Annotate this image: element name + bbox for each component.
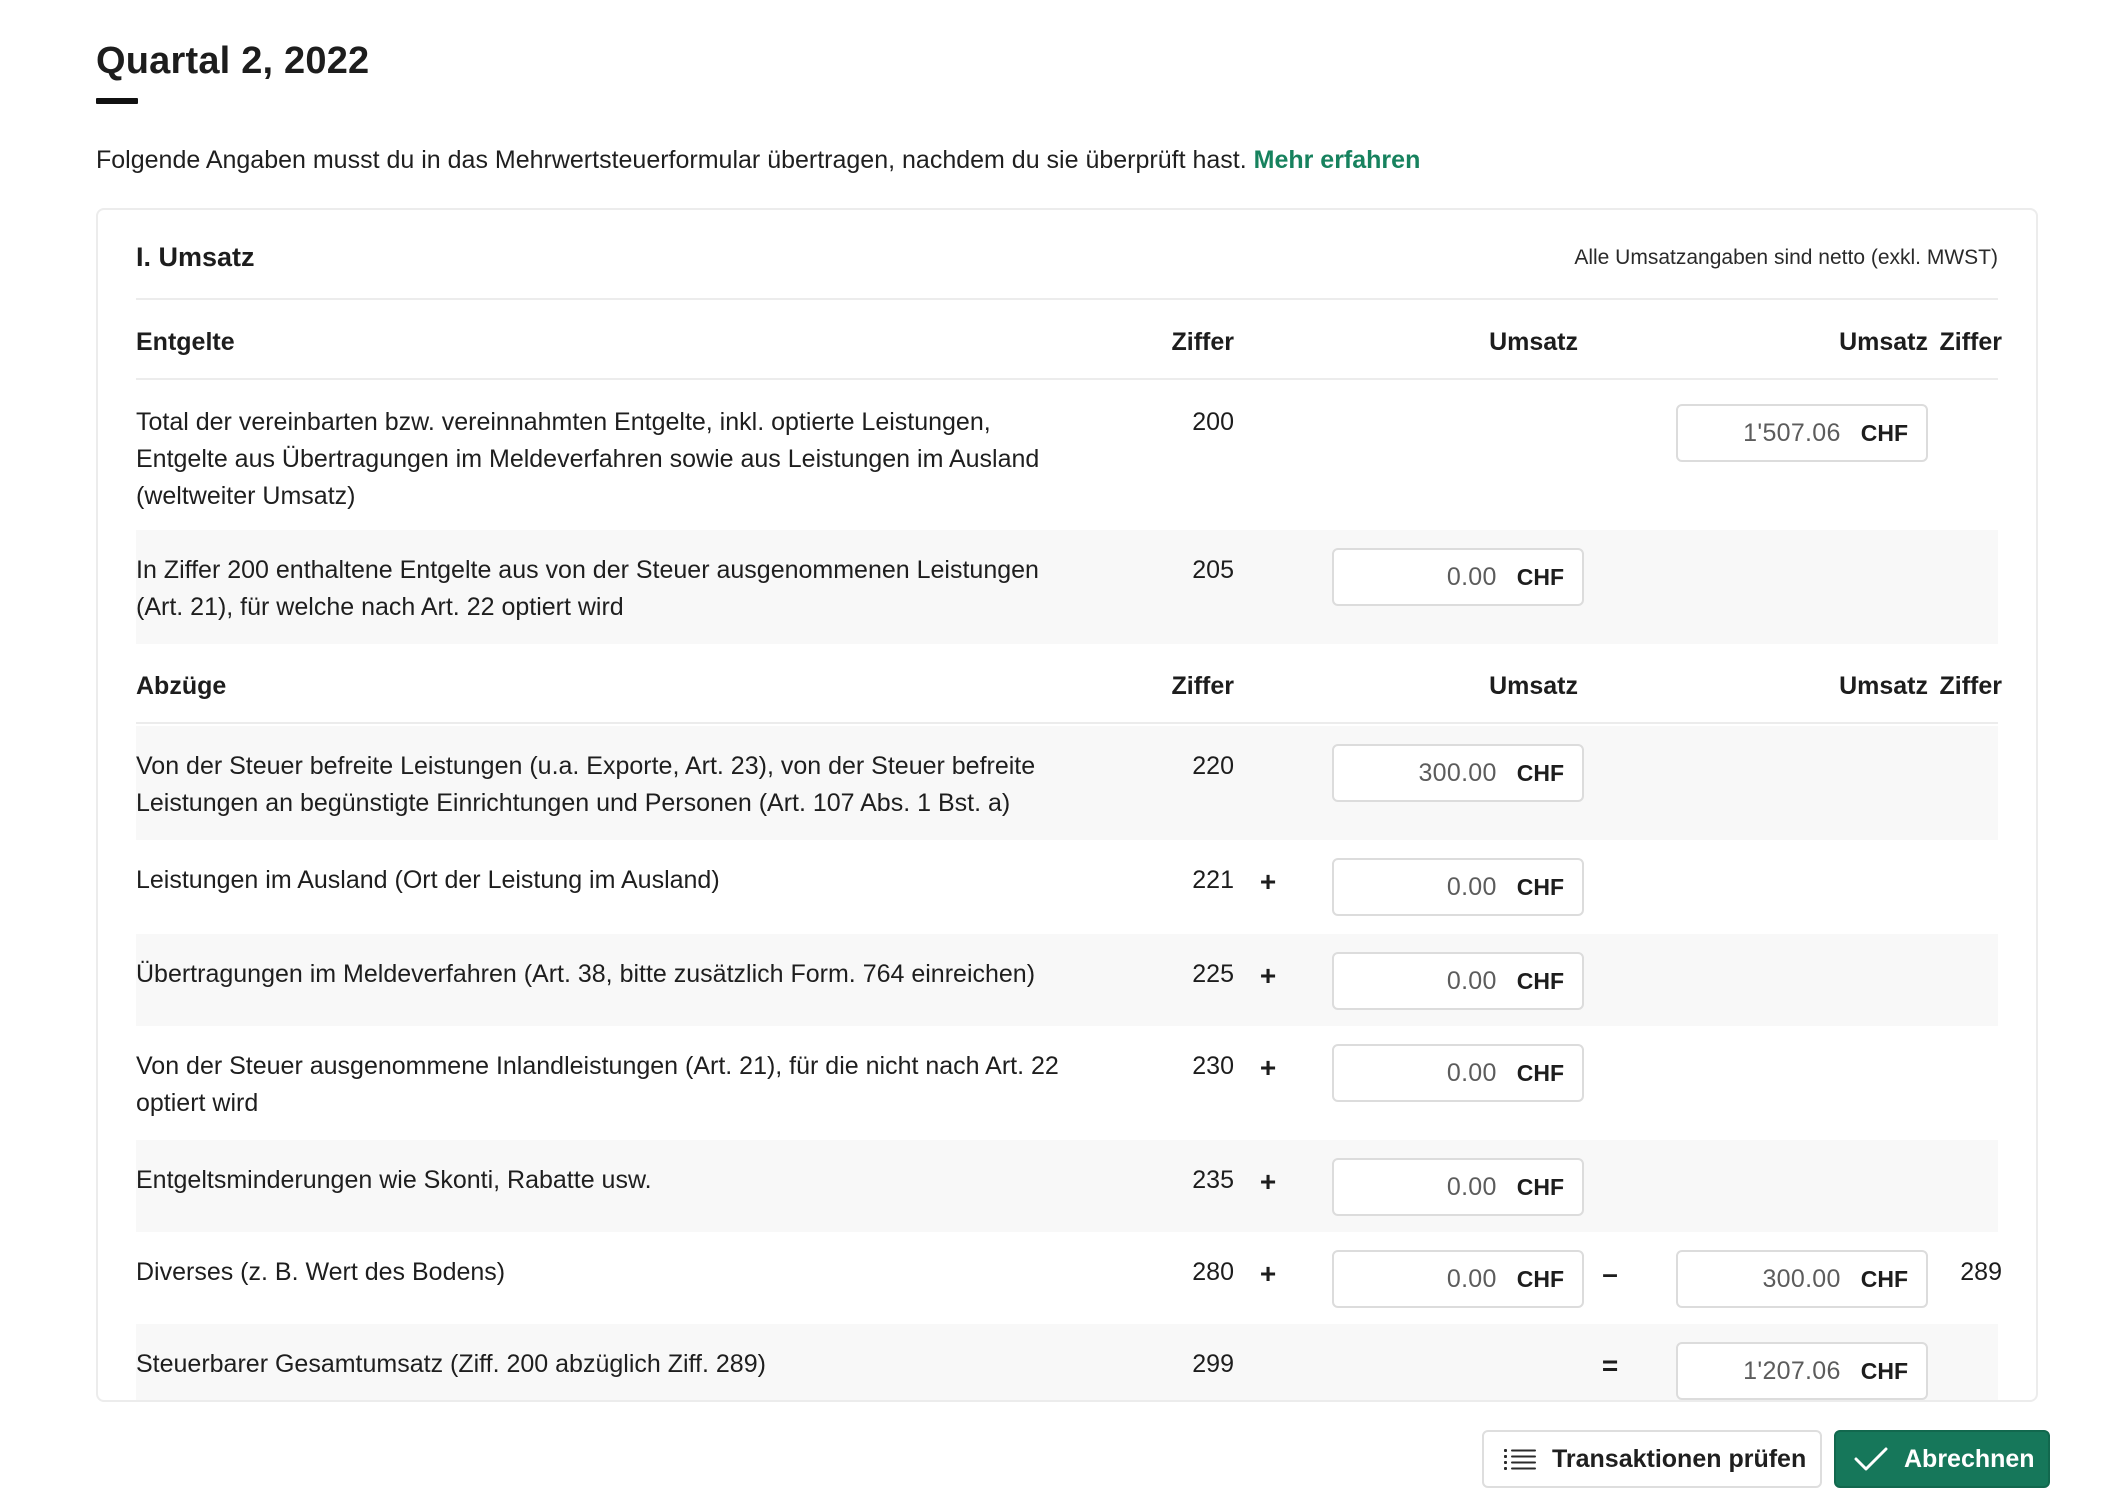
plus-operator: + [1259,866,1277,897]
amount-field-220[interactable]: 300.00 CHF [1332,744,1584,802]
row-label: In Ziffer 200 enthaltene Entgelte aus vo… [136,556,1039,621]
equals-operator: = [1601,1350,1619,1381]
plus-operator: + [1259,1166,1277,1197]
review-transactions-button[interactable]: Transaktionen prüfen [1482,1430,1822,1488]
amount-field-225[interactable]: 0.00 CHF [1332,952,1584,1010]
amount-field-299[interactable]: 1'207.06 CHF [1676,1342,1928,1400]
currency-label: CHF [1516,563,1564,590]
currency-label: CHF [1516,759,1564,786]
table-row-220: Von der Steuer befreite Leistungen (u.a.… [136,726,1998,840]
amount-value: 0.00 [1446,872,1497,901]
row-code: 299 [1192,1350,1234,1378]
plus-operator: + [1259,960,1277,991]
amount-value: 0.00 [1446,1264,1497,1293]
list-icon [1504,1449,1536,1470]
amount-value: 0.00 [1446,1172,1497,1201]
intro-text: Folgende Angaben musst du in das Mehrwer… [96,146,1420,175]
currency-label: CHF [1516,967,1564,994]
amount-value: 0.00 [1446,966,1497,995]
column-label-ziffer-right: Ziffer [1939,672,2003,700]
table-row-235: Entgeltsminderungen wie Skonti, Rabatte … [136,1140,1998,1232]
intro-text-body: Folgende Angaben musst du in das Mehrwer… [96,146,1247,174]
title-underline [96,98,138,104]
column-header-abzuege: Abzüge Ziffer Umsatz Umsatz Ziffer [136,646,2002,724]
row-code-right: 289 [1960,1258,2002,1286]
table-row-230: Von der Steuer ausgenommene Inlandleistu… [136,1026,1998,1140]
currency-label: CHF [1516,1173,1564,1200]
table-row-225: Übertragungen im Meldeverfahren (Art. 38… [136,934,1998,1026]
column-label-umsatz-right: Umsatz [1839,328,1928,356]
column-label-umsatz: Umsatz [1489,328,1578,356]
row-label: Diverses (z. B. Wert des Bodens) [136,1258,506,1286]
row-label: Total der vereinbarten bzw. vereinnahmte… [136,408,1040,510]
row-label: Steuerbarer Gesamtumsatz (Ziff. 200 abzü… [136,1350,766,1378]
amount-field-230[interactable]: 0.00 CHF [1332,1044,1584,1102]
row-code: 235 [1192,1166,1234,1194]
row-code: 200 [1192,408,1234,436]
page-title: Quartal 2, 2022 [96,40,370,82]
amount-field-235[interactable]: 0.00 CHF [1332,1158,1584,1216]
row-code: 225 [1192,960,1234,988]
row-code: 280 [1192,1258,1234,1286]
amount-value: 300.00 [1418,758,1497,787]
table-row-299: Steuerbarer Gesamtumsatz (Ziff. 200 abzü… [136,1324,1998,1400]
currency-label: CHF [1860,1265,1908,1292]
row-code: 221 [1192,866,1234,894]
currency-label: CHF [1860,1357,1908,1384]
minus-operator: – [1602,1258,1618,1289]
amount-field-200[interactable]: 1'507.06 CHF [1676,404,1928,462]
currency-label: CHF [1516,1265,1564,1292]
column-label-ziffer-right: Ziffer [1939,328,2003,356]
column-label-ziffer: Ziffer [1171,328,1235,356]
column-label-abzuege: Abzüge [136,672,227,700]
submit-label: Abrechnen [1904,1444,2035,1473]
currency-label: CHF [1516,873,1564,900]
column-label-umsatz-right: Umsatz [1839,672,1928,700]
currency-label: CHF [1516,1059,1564,1086]
amount-value: 300.00 [1762,1264,1841,1293]
amount-field-221[interactable]: 0.00 CHF [1332,858,1584,916]
submit-button[interactable]: Abrechnen [1834,1430,2050,1488]
table-row-200: Total der vereinbarten bzw. vereinnahmte… [136,382,1998,528]
amount-value: 0.00 [1446,562,1497,591]
more-info-link[interactable]: Mehr erfahren [1254,146,1421,174]
table-row-221: Leistungen im Ausland (Ort der Leistung … [136,840,1998,934]
row-label: Entgeltsminderungen wie Skonti, Rabatte … [136,1166,652,1194]
column-label-ziffer: Ziffer [1171,672,1235,700]
row-label: Übertragungen im Meldeverfahren (Art. 38… [136,960,1036,988]
check-icon [1854,1447,1888,1471]
amount-field-280[interactable]: 0.00 CHF [1332,1250,1584,1308]
vat-form-card: I. Umsatz Alle Umsatzangaben sind netto … [96,208,2038,1402]
amount-value: 1'207.06 [1743,1356,1841,1385]
row-label: Von der Steuer ausgenommene Inlandleistu… [136,1052,1059,1117]
column-label-umsatz: Umsatz [1489,672,1578,700]
plus-operator: + [1259,1052,1277,1083]
amount-field-289[interactable]: 300.00 CHF [1676,1250,1928,1308]
row-code: 230 [1192,1052,1234,1080]
section-title: I. Umsatz [136,242,255,272]
row-label: Leistungen im Ausland (Ort der Leistung … [136,866,720,894]
section-header: I. Umsatz Alle Umsatzangaben sind netto … [136,210,1998,300]
review-transactions-label: Transaktionen prüfen [1552,1444,1807,1473]
amount-value: 0.00 [1446,1058,1497,1087]
column-header-entgelte: Entgelte Ziffer Umsatz Umsatz Ziffer [136,302,2002,380]
currency-label: CHF [1860,419,1908,446]
amount-value: 1'507.06 [1743,418,1841,447]
plus-operator: + [1259,1258,1277,1289]
table-row-280: Diverses (z. B. Wert des Bodens) 280 + 0… [136,1232,2002,1324]
row-code: 220 [1192,752,1234,780]
row-label: Von der Steuer befreite Leistungen (u.a.… [136,752,1036,817]
row-code: 205 [1192,556,1234,584]
amount-field-205[interactable]: 0.00 CHF [1332,548,1584,606]
table-row-205: In Ziffer 200 enthaltene Entgelte aus vo… [136,530,1998,644]
section-note: Alle Umsatzangaben sind netto (exkl. MWS… [1574,246,1998,269]
column-label-entgelte: Entgelte [136,328,235,356]
